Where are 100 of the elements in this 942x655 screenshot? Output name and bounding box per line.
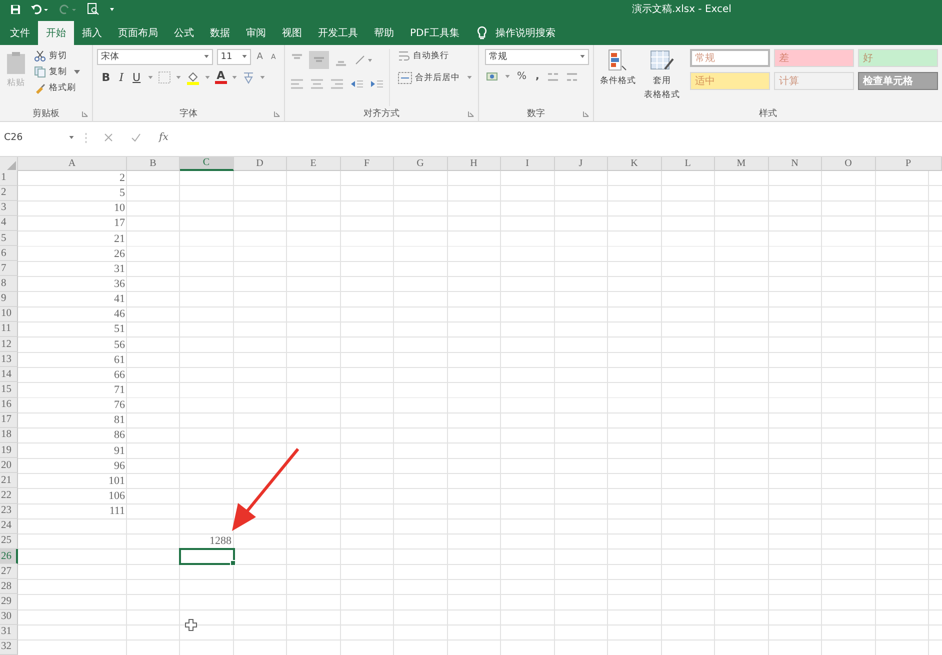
column-header[interactable]: F (340, 156, 394, 170)
row-header[interactable]: 28 (0, 579, 18, 594)
row-header[interactable]: 23 (0, 504, 18, 519)
active-cell[interactable] (179, 548, 234, 566)
dialog-launcher-icon[interactable] (82, 110, 88, 116)
print-preview-icon[interactable] (87, 3, 99, 16)
row-header[interactable]: 11 (0, 322, 18, 338)
column-header[interactable]: B (127, 156, 180, 170)
row-header[interactable]: 3 (0, 200, 18, 216)
column-header[interactable]: H (448, 156, 501, 170)
copy-button[interactable]: 复制 (32, 64, 82, 78)
underline-button[interactable]: U (130, 71, 143, 84)
row-header[interactable]: 17 (0, 412, 18, 428)
italic-button[interactable]: I (117, 71, 126, 84)
ribbon-tab[interactable]: 页面布局 (110, 20, 166, 44)
cut-button[interactable]: 剪切 (32, 48, 82, 62)
cell-style-swatch[interactable]: 检查单元格 (858, 72, 938, 90)
format-as-table-button[interactable]: 套用 表格格式 (642, 48, 682, 106)
row-header[interactable]: 32 (0, 640, 18, 655)
caret-icon[interactable] (232, 76, 238, 79)
column-header[interactable]: I (501, 156, 554, 170)
column-header[interactable]: C (180, 156, 234, 170)
caret-icon[interactable] (148, 76, 153, 79)
row-header[interactable]: 4 (0, 216, 18, 232)
dialog-launcher-icon[interactable] (468, 110, 474, 116)
ribbon-tab[interactable]: 插入 (74, 20, 110, 44)
caret-icon[interactable] (204, 76, 210, 79)
dialog-launcher-icon[interactable] (274, 110, 280, 116)
row-header[interactable]: 5 (0, 231, 18, 246)
caret-icon[interactable] (260, 76, 266, 79)
row-header[interactable]: 7 (0, 261, 18, 276)
save-icon[interactable] (10, 4, 21, 15)
column-header[interactable]: M (715, 156, 768, 170)
column-header[interactable]: K (608, 156, 662, 170)
currency-icon[interactable] (486, 70, 500, 82)
decrease-decimal-icon[interactable] (565, 70, 580, 82)
redo-icon[interactable] (59, 4, 77, 15)
row-header[interactable]: 26 (0, 549, 18, 564)
column-header[interactable]: A (18, 156, 127, 170)
increase-decimal-icon[interactable] (546, 70, 560, 82)
tell-me-search[interactable]: 操作说明搜索 (467, 20, 556, 44)
comma-style-button[interactable]: , (534, 71, 542, 82)
ribbon-tab[interactable]: 开始 (38, 20, 74, 44)
row-header[interactable]: 1 (0, 170, 18, 186)
row-header[interactable]: 6 (0, 246, 18, 262)
row-header[interactable]: 25 (0, 534, 18, 550)
conditional-formatting-button[interactable]: 条件格式 (598, 48, 638, 106)
column-header[interactable]: N (768, 156, 822, 170)
customize-caret-icon[interactable] (109, 6, 115, 12)
ribbon-tab[interactable]: 公式 (166, 20, 202, 44)
row-header[interactable]: 13 (0, 352, 18, 368)
percent-button[interactable]: % (515, 71, 529, 82)
fill-bucket-icon[interactable] (186, 70, 200, 84)
select-all-corner[interactable] (0, 156, 18, 170)
ribbon-tab[interactable]: 数据 (202, 20, 238, 44)
row-header[interactable]: 10 (0, 306, 18, 322)
align-center-icon[interactable] (309, 76, 325, 90)
ribbon-tab[interactable]: 帮助 (366, 20, 402, 44)
enter-check-icon[interactable] (131, 133, 141, 142)
column-header[interactable]: J (554, 156, 608, 170)
bold-button[interactable]: B (100, 71, 112, 84)
row-header[interactable]: 22 (0, 488, 18, 504)
merge-center-button[interactable]: 合并后居中 (396, 70, 474, 84)
orientation-icon[interactable] (353, 52, 373, 66)
column-header[interactable]: O (822, 156, 876, 170)
row-header[interactable]: 14 (0, 367, 18, 382)
dialog-launcher-icon[interactable] (583, 110, 589, 116)
caret-icon[interactable] (505, 75, 510, 78)
ribbon-tab[interactable]: 开发工具 (310, 20, 366, 44)
row-header[interactable]: 18 (0, 428, 18, 444)
row-header[interactable]: 20 (0, 458, 18, 474)
row-header[interactable]: 24 (0, 518, 18, 534)
row-header[interactable]: 8 (0, 276, 18, 292)
row-header[interactable]: 15 (0, 382, 18, 398)
middle-align-icon[interactable] (309, 50, 329, 68)
undo-icon[interactable] (31, 4, 49, 15)
row-header[interactable]: 19 (0, 443, 18, 458)
align-right-icon[interactable] (329, 76, 345, 90)
ribbon-tab[interactable]: 视图 (274, 20, 310, 44)
row-header[interactable]: 21 (0, 473, 18, 488)
row-header[interactable]: 16 (0, 398, 18, 413)
insert-function-button[interactable]: fx (159, 132, 168, 143)
row-header[interactable]: 29 (0, 594, 18, 610)
column-header[interactable]: L (662, 156, 715, 170)
number-format-dropdown[interactable]: 常规 (485, 48, 589, 64)
row-header[interactable]: 9 (0, 292, 18, 307)
row-header[interactable]: 12 (0, 337, 18, 352)
increase-font-size-button[interactable]: A (254, 52, 265, 62)
column-header[interactable]: G (394, 156, 448, 170)
caret-icon[interactable] (176, 76, 181, 79)
column-header[interactable]: P (876, 156, 942, 170)
column-header[interactable]: E (287, 156, 340, 170)
wrap-text-button[interactable]: 自动换行 (396, 48, 474, 62)
format-painter-button[interactable]: 格式刷 (32, 80, 82, 94)
row-header[interactable]: 27 (0, 564, 18, 580)
align-left-icon[interactable] (289, 76, 305, 90)
row-header[interactable]: 31 (0, 624, 18, 640)
font-name-dropdown[interactable]: 宋体 (96, 48, 213, 64)
phonetic-icon[interactable] (242, 71, 256, 84)
ribbon-tab[interactable]: PDF工具集 (402, 20, 468, 44)
